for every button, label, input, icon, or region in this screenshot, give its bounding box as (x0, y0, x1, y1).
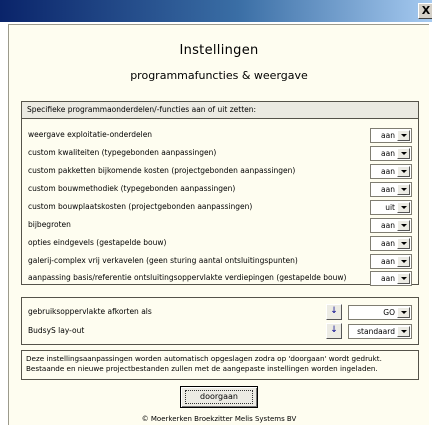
chevron-down-icon[interactable] (397, 238, 410, 249)
select-value: uit (385, 203, 395, 212)
function-toggle-select[interactable]: aan (370, 236, 412, 251)
chevron-down-icon[interactable] (397, 130, 410, 141)
window-titlebar[interactable]: X (0, 0, 432, 22)
settings-dialog: Instellingen programmafuncties & weergav… (8, 24, 429, 425)
sort-az-icon: ↓ (330, 306, 338, 316)
info-line-1: Deze instellingsaanpassingen worden auto… (26, 354, 382, 363)
select-value: aan (381, 167, 395, 176)
function-toggle-select[interactable]: aan (370, 146, 412, 161)
info-text: Deze instellingsaanpassingen worden auto… (26, 354, 382, 374)
select-value: aan (381, 149, 395, 158)
function-toggle-select[interactable]: aan (370, 271, 412, 286)
function-label: aanpassing basis/referentie ontsluitings… (28, 273, 347, 282)
sort-button[interactable]: ↓ (326, 323, 342, 339)
function-label: galerij-complex vrij verkavelen (geen st… (28, 256, 298, 265)
display-row: gebruiksoppervlakte afkorten als ↓ GO (28, 304, 412, 320)
chevron-down-icon[interactable] (397, 184, 410, 195)
function-toggle-select[interactable]: uit (370, 200, 412, 215)
function-toggle-select[interactable]: aan (370, 254, 412, 269)
select-value: aan (381, 239, 395, 248)
function-label: custom bouwplaatskosten (projectgebonden… (28, 202, 253, 211)
function-label: weergave exploitatie-onderdelen (28, 130, 153, 139)
function-label: opties eindgevels (gestapelde bouw) (28, 238, 167, 247)
chevron-down-icon[interactable] (397, 256, 410, 267)
function-toggle-select[interactable]: aan (370, 164, 412, 179)
function-toggle-select[interactable]: aan (370, 128, 412, 143)
function-row: opties eindgevels (gestapelde bouw) aan (28, 235, 412, 251)
continue-button[interactable]: doorgaan (180, 386, 258, 408)
chevron-down-icon[interactable] (397, 148, 410, 159)
select-value: standaard (357, 327, 395, 336)
function-row: custom bouwmethodiek (typegebonden aanpa… (28, 181, 412, 197)
display-label: gebruiksoppervlakte afkorten als (28, 307, 152, 316)
close-button[interactable]: X (418, 3, 432, 19)
display-group: gebruiksoppervlakte afkorten als ↓ GO Bu… (21, 297, 419, 345)
function-row: aanpassing basis/referentie ontsluitings… (28, 270, 412, 286)
function-row: galerij-complex vrij verkavelen (geen st… (28, 253, 412, 269)
layout-select[interactable]: standaard (348, 324, 412, 339)
function-row: bijbegroten aan (28, 217, 412, 233)
function-row: custom kwaliteiten (typegebonden aanpass… (28, 145, 412, 161)
chevron-down-icon[interactable] (397, 166, 410, 177)
sort-az-icon: ↓ (330, 325, 338, 335)
continue-button-label: doorgaan (200, 392, 238, 401)
chevron-down-icon[interactable] (397, 202, 410, 213)
function-label: custom kwaliteiten (typegebonden aanpass… (28, 148, 217, 157)
select-value: aan (381, 221, 395, 230)
function-toggle-select[interactable]: aan (370, 218, 412, 233)
function-row: custom pakketten bijkomende kosten (proj… (28, 163, 412, 179)
functions-header: Specifieke programmaonderdelen/-functies… (22, 102, 418, 119)
display-row: BudsyS lay-out ↓ standaard (28, 323, 412, 339)
function-label: custom bouwmethodiek (typegebonden aanpa… (28, 184, 236, 193)
functions-group: Specifieke programmaonderdelen/-functies… (21, 101, 419, 286)
function-row: custom bouwplaatskosten (projectgebonden… (28, 199, 412, 215)
info-box: Deze instellingsaanpassingen worden auto… (21, 350, 419, 380)
select-value: aan (381, 131, 395, 140)
area-abbreviation-select[interactable]: GO (348, 305, 412, 320)
function-row: weergave exploitatie-onderdelen aan (28, 127, 412, 143)
dialog-subtitle: programmafuncties & weergave (130, 69, 308, 82)
chevron-down-icon[interactable] (397, 273, 410, 284)
select-value: aan (381, 257, 395, 266)
chevron-down-icon[interactable] (397, 220, 410, 231)
sort-button[interactable]: ↓ (326, 304, 342, 320)
function-toggle-select[interactable]: aan (370, 182, 412, 197)
close-icon: X (421, 4, 431, 17)
dialog-title: Instellingen (179, 43, 259, 58)
copyright-text: © Moerkerken Broekzitter Melis Systems B… (141, 415, 297, 423)
select-value: GO (383, 308, 395, 317)
select-value: aan (381, 274, 395, 283)
display-label: BudsyS lay-out (28, 326, 85, 335)
function-label: custom pakketten bijkomende kosten (proj… (28, 166, 296, 175)
info-line-2: Bestaande en nieuwe projectbestanden zul… (26, 364, 378, 373)
chevron-down-icon[interactable] (397, 326, 410, 337)
chevron-down-icon[interactable] (397, 307, 410, 318)
function-label: bijbegroten (28, 220, 71, 229)
select-value: aan (381, 185, 395, 194)
